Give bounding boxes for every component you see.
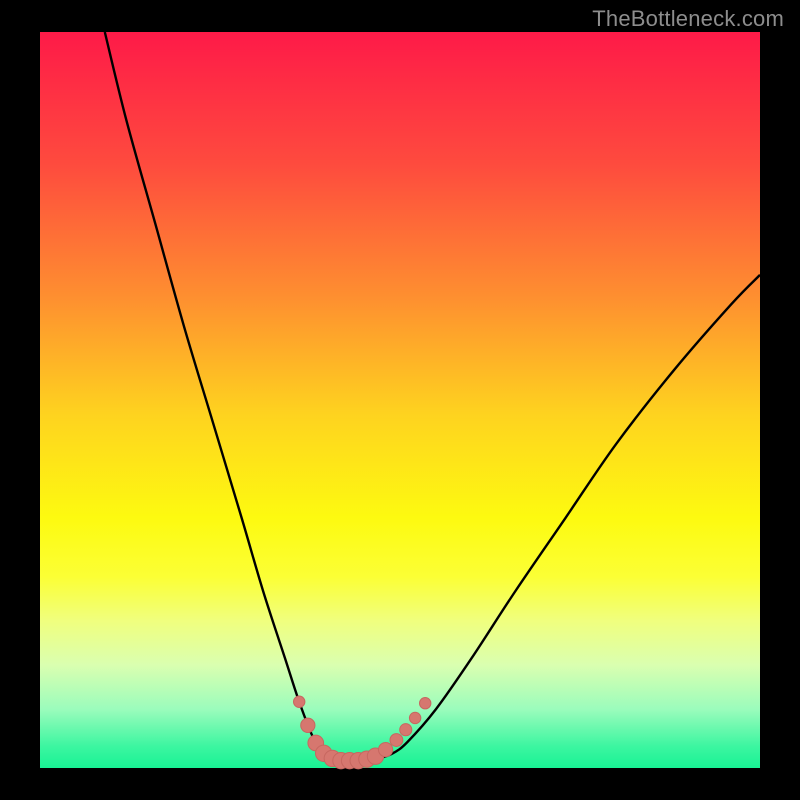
curve-marker — [400, 724, 412, 736]
bottleneck-curve — [105, 32, 760, 761]
curve-marker — [293, 696, 304, 707]
curve-marker — [390, 734, 403, 747]
curve-marker — [301, 718, 315, 732]
curve-marker — [378, 742, 392, 756]
curve-marker — [409, 712, 420, 723]
curve-markers — [293, 696, 430, 769]
watermark-text: TheBottleneck.com — [592, 6, 784, 32]
chart-svg — [40, 32, 760, 768]
chart-frame: TheBottleneck.com — [0, 0, 800, 800]
plot-area — [40, 32, 760, 768]
curve-marker — [419, 698, 430, 709]
